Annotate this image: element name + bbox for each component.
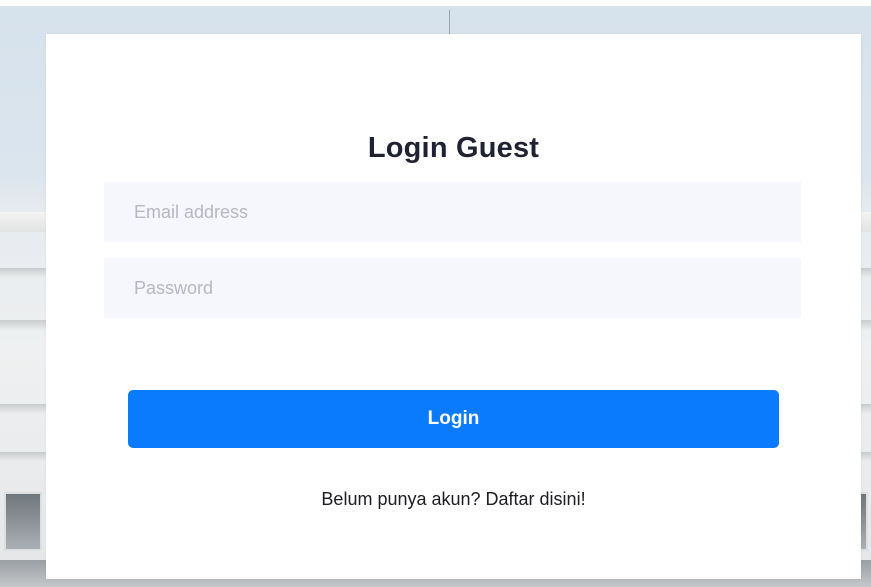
login-card: Login Guest Login Belum punya akun? Daft… (46, 34, 861, 579)
page-title: Login Guest (367, 132, 540, 164)
email-field[interactable] (104, 182, 801, 242)
register-prompt: Belum punya akun? Daftar disini! (46, 489, 861, 510)
register-link[interactable]: Belum punya akun? Daftar disini! (321, 489, 585, 509)
password-field[interactable] (104, 258, 801, 318)
building-window (4, 492, 42, 551)
background-top-strip (0, 0, 871, 6)
login-button[interactable]: Login (128, 390, 779, 448)
